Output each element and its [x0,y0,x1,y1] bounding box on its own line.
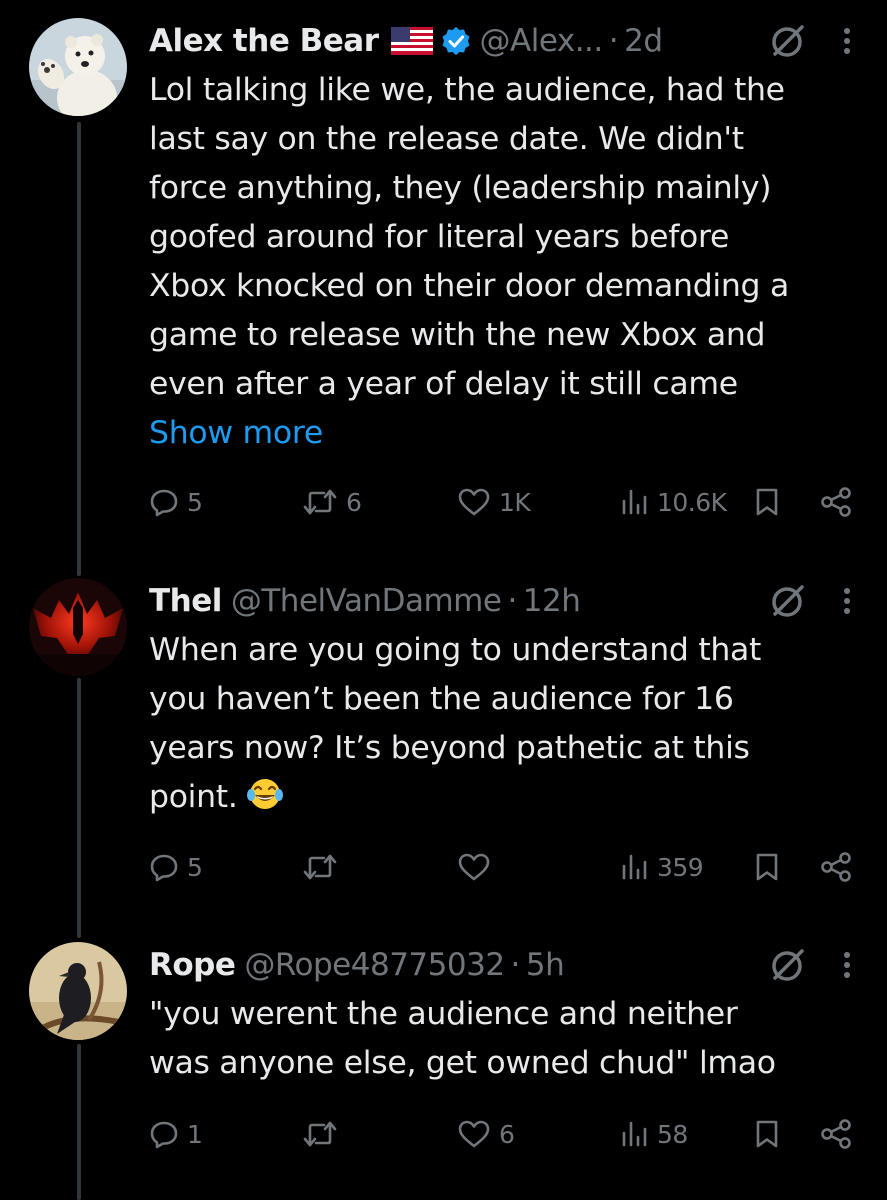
tweet-text-line: game to release with the new Xbox and [149,317,766,353]
timestamp[interactable]: 2d [624,20,663,62]
tweet-text-line: was anyone else, get owned chud" lmao [149,1045,776,1081]
bookmark-button[interactable] [753,1114,781,1154]
repost-icon [303,1121,337,1147]
display-name[interactable]: Rope [149,944,236,986]
reply-button[interactable]: 1 [149,1114,203,1154]
grok-icon[interactable] [769,946,807,984]
tweet-text: "you werent the audience and neither was… [149,990,851,1088]
tweet-text-line: When are you going to understand that [149,632,762,668]
crow-avatar [29,942,127,1040]
us-flag-icon [390,27,433,55]
views-button[interactable]: 58 [619,1114,688,1154]
bookmark-button[interactable] [753,482,781,522]
share-button[interactable] [819,1114,853,1154]
action-bar: 5 359 [149,847,859,887]
avatar[interactable] [29,578,127,676]
tweet-text-line: point. [149,773,851,822]
face-with-tears-of-joy-emoji [246,779,283,809]
timestamp[interactable]: 12h [523,580,581,622]
grok-icon[interactable] [769,582,807,620]
more-options-icon[interactable] [843,26,851,56]
repost-icon [303,854,337,880]
reply-button[interactable]: 5 [149,482,203,522]
views-button[interactable]: 359 [619,847,704,887]
bookmark-icon [756,1120,778,1148]
share-icon [821,487,851,517]
tweet-text-fragment: point. [149,779,238,815]
repost-icon [303,489,337,515]
reply-button[interactable]: 5 [149,847,203,887]
action-bar: 5 6 1K 10.6K [149,482,859,522]
handle[interactable]: @Rope48775032 [244,944,505,986]
like-count: 1K [499,487,531,517]
views-count: 359 [657,852,704,882]
reply-count: 5 [187,852,203,882]
thread-line [77,678,81,938]
thread-line [77,122,81,576]
avatar[interactable] [29,18,127,116]
heart-icon [458,853,490,881]
avatar[interactable] [29,942,127,1040]
tweet-text-line: "you werent the audience and neither [149,996,738,1032]
tweet-header: Rope @Rope48775032 · 5h [149,944,851,986]
tweet-header: Thel @ThelVanDamme · 12h [149,580,851,622]
grok-icon[interactable] [769,22,807,60]
tweet-text-line: goofed around for literal years before [149,219,730,255]
tweet-text: When are you going to understand that yo… [149,626,851,822]
repost-button[interactable]: 6 [302,482,362,522]
reply-icon [150,1121,178,1149]
heart-icon [458,488,490,516]
bookmark-icon [756,853,778,881]
separator-dot: · [608,23,619,59]
reply-icon [150,489,178,517]
red-bat-avatar [29,578,127,676]
reply-icon [150,854,178,882]
views-count: 10.6K [657,487,727,517]
tweet-text-line: force anything, they (leadership mainly) [149,170,772,206]
bookmark-icon [756,488,778,516]
separator-dot: · [510,947,521,983]
repost-count: 6 [346,487,362,517]
tweet-text-line: you haven’t been the audience for 16 [149,681,734,717]
tweet-text-line: last say on the release date. We didn't [149,121,744,157]
reply-count: 1 [187,1119,203,1149]
bookmark-button[interactable] [753,847,781,887]
views-icon [622,854,647,880]
tweet-text-line: years now? It’s beyond pathetic at this [149,730,750,766]
tweet-text-line: Lol talking like we, the audience, had t… [149,72,785,108]
repost-button[interactable] [302,1114,346,1154]
polar-bear-avatar [29,18,127,116]
more-options-icon[interactable] [843,950,851,980]
tweet-header: Alex the Bear @Alex... · 2d [149,20,851,62]
like-button[interactable] [457,847,499,887]
reply-count: 5 [187,487,203,517]
separator-dot: · [507,583,517,619]
share-button[interactable] [819,482,853,522]
views-button[interactable]: 10.6K [619,482,727,522]
repost-button[interactable] [302,847,346,887]
views-icon [622,1121,647,1147]
show-more-link[interactable]: Show more [149,409,851,458]
heart-icon [458,1120,490,1148]
tweet-text-line: Xbox knocked on their door demanding a [149,268,789,304]
views-count: 58 [657,1119,688,1149]
display-name[interactable]: Alex the Bear [149,20,379,62]
timestamp[interactable]: 5h [526,944,565,986]
like-count: 6 [499,1119,515,1149]
tweet-text-line: even after a year of delay it still came [149,366,738,402]
like-button[interactable]: 6 [457,1114,515,1154]
share-button[interactable] [819,847,853,887]
share-icon [821,1119,851,1149]
handle[interactable]: @ThelVanDamme [231,580,502,622]
verified-badge-icon [442,27,469,55]
display-name[interactable]: Thel [149,580,222,622]
share-icon [821,852,851,882]
action-bar: 1 6 58 [149,1114,859,1154]
thread-line [77,1044,81,1200]
more-options-icon[interactable] [843,586,851,616]
views-icon [622,489,647,515]
like-button[interactable]: 1K [457,482,531,522]
tweet-text: Lol talking like we, the audience, had t… [149,66,851,409]
handle[interactable]: @Alex... [480,20,604,62]
